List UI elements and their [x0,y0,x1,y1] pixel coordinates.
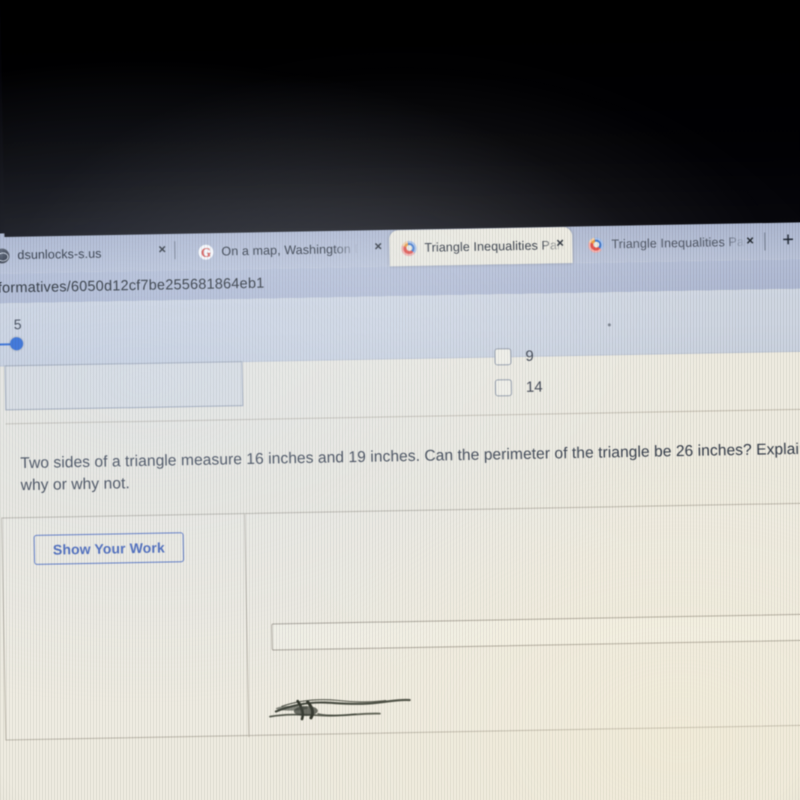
formative-icon [588,236,604,253]
handwritten-scribble [269,698,411,721]
photo-of-laptop-screen: dsunlocks-s.us × G On a map, Washington … [0,0,800,800]
tab-close-button[interactable]: × [552,235,568,250]
browser-tab-triangle-inequalities-part-2[interactable]: Triangle Inequalities Part 2 Re [389,227,573,267]
new-tab-button[interactable]: + [782,229,794,251]
answer-panel-divider [244,514,250,738]
laptop-screen-content: dsunlocks-s.us × G On a map, Washington … [0,218,800,800]
nav-current-dot[interactable] [9,337,24,351]
google-icon: G [198,244,214,260]
tab-title: Triangle Inequalities Part 2 Re [424,238,565,255]
question-text: Two sides of a triangle measure 16 inche… [20,440,800,495]
tab-title: On a map, Washington DC, B [221,241,359,259]
screen-dust-speck [607,323,611,327]
checkbox-option-9[interactable]: 9 [494,348,534,366]
tab-title: Triangle Inequalities Part 1 Re [611,234,747,252]
address-bar-url[interactable]: om/formatives/6050d12cf7be255681864eb1 [0,276,265,297]
browser-tab-google-search[interactable]: G On a map, Washington DC, B [186,231,367,270]
tab-separator [764,232,766,251]
tab-close-button[interactable]: × [742,233,758,248]
globe-icon [0,247,10,264]
checkbox-icon[interactable] [494,379,513,397]
formative-icon [401,240,417,256]
formative-page: 5 9 14 Two sides of a triangle measure 1… [0,288,800,800]
checkbox-option-14[interactable]: 14 [494,378,543,397]
option-label: 14 [525,378,543,396]
screen-bezel-dark-area [0,0,800,237]
show-your-work-button[interactable]: Show Your Work [33,532,185,565]
section-divider [5,408,800,425]
tab-close-button[interactable]: × [370,239,386,254]
option-label: 9 [525,347,534,365]
current-question: Two sides of a triangle measure 16 inche… [0,438,800,494]
answer-input[interactable] [271,613,800,651]
browser-tab-triangle-inequalities-part-1[interactable]: Triangle Inequalities Part 1 Re [576,224,755,263]
checkbox-icon[interactable] [494,348,512,366]
nav-item-number[interactable]: 5 [14,316,22,332]
previous-question-cell [4,361,244,411]
tab-title: dsunlocks-s.us [17,246,102,263]
answer-panel: Show Your Work [1,502,800,741]
tab-close-button[interactable]: × [154,241,170,256]
